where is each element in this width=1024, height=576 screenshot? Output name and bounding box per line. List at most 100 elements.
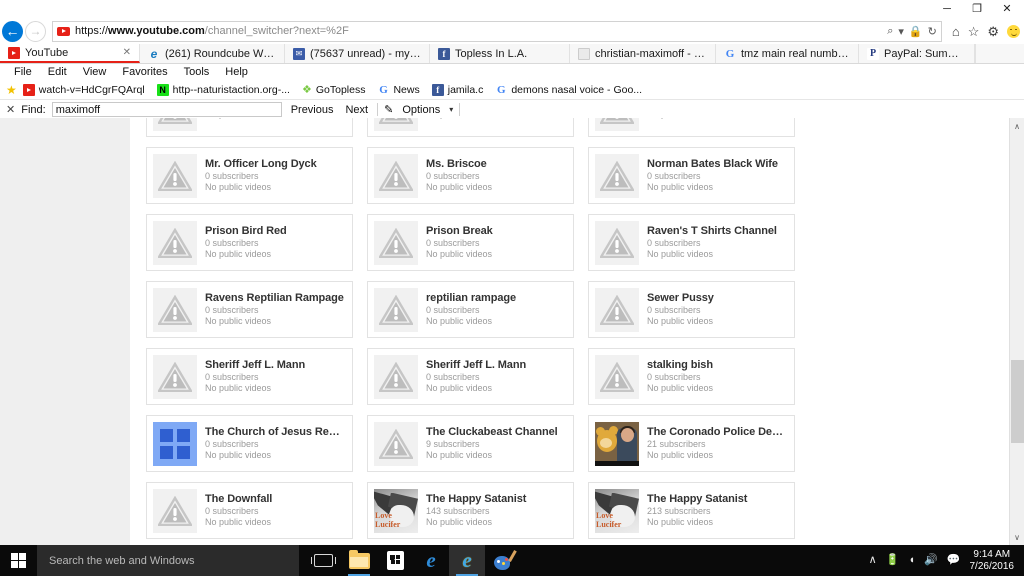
channel-card[interactable]: The Coronado Police Departm...21 subscri…	[588, 415, 795, 472]
chevron-down-icon[interactable]: ▾	[898, 25, 904, 38]
channel-card[interactable]: Love Lucifer The Happy Satanist 213 subscri…	[588, 482, 795, 539]
clock[interactable]: 9:14 AM 7/26/2016	[970, 549, 1019, 573]
channel-card[interactable]: Ravens Reptilian Rampage 0 subscribers No …	[146, 281, 353, 338]
channel-card[interactable]: Sewer Pussy 0 subscribers No public videos	[588, 281, 795, 338]
favorites-bar: ★ watch-v=HdCgrFQArql N http--naturistac…	[0, 80, 1024, 100]
favorites-star-icon[interactable]: ☆	[968, 25, 980, 38]
menu-edit[interactable]: Edit	[40, 66, 75, 78]
favorite-demons-nasal-voice[interactable]: G demons nasal voice - Goo...	[489, 84, 648, 96]
channel-card[interactable]: Sheriff Jeff L. Mann 0 subscribers No publ…	[367, 348, 574, 405]
refresh-icon[interactable]: ↻	[928, 25, 937, 38]
channel-card[interactable]: reptilian rampage 0 subscribers No public …	[367, 281, 574, 338]
favorite-naturistaction[interactable]: N http--naturistaction.org-...	[151, 83, 296, 96]
tab-christian-maximoff[interactable]: christian-maximoff - Wareho...	[570, 44, 716, 63]
channel-card[interactable]: 0 subscribersNo public videos	[146, 118, 353, 137]
channel-card[interactable]: The Downfall 0 subscribers No public video…	[146, 482, 353, 539]
youtube-icon	[8, 46, 20, 59]
favorite-news[interactable]: G News	[371, 84, 425, 96]
channel-card[interactable]: Prison Break 0 subscribers No public video…	[367, 214, 574, 271]
channel-card[interactable]: Ms. Briscoe 0 subscribers No public videos	[367, 147, 574, 204]
menu-favorites[interactable]: Favorites	[114, 66, 175, 78]
paint-icon[interactable]	[485, 545, 521, 576]
channel-subscribers: 0 subscribers	[205, 171, 259, 181]
n-icon: N	[156, 83, 169, 96]
file-explorer-icon[interactable]	[341, 545, 377, 576]
new-tab-area[interactable]	[975, 44, 1024, 63]
channel-card[interactable]: The Church of Jesus Rebukes...0 subscrib…	[146, 415, 353, 472]
menu-help[interactable]: Help	[217, 66, 256, 78]
find-input[interactable]	[51, 102, 282, 117]
edge-icon[interactable]: e	[413, 545, 449, 576]
minimize-button[interactable]: ─	[932, 0, 962, 18]
channel-videos: No public videos	[647, 450, 714, 460]
search-icon[interactable]: ⌕	[887, 25, 893, 38]
tab-youtube[interactable]: YouTube ✕	[0, 44, 140, 63]
channel-videos: No public videos	[647, 118, 788, 120]
menu-view[interactable]: View	[75, 66, 115, 78]
scroll-down-button[interactable]: ∨	[1010, 529, 1024, 545]
volume-icon[interactable]: 🔊	[924, 555, 938, 566]
warning-triangle-icon	[379, 428, 413, 459]
channel-card[interactable]: Prison Bird Red 0 subscribers No public vi…	[146, 214, 353, 271]
close-icon[interactable]: ✕	[6, 103, 15, 116]
channel-card[interactable]: Norman Bates Black Wife 0 subscribers No p…	[588, 147, 795, 204]
page-content: 0 subscribersNo public videos0 subscribe…	[0, 118, 1024, 545]
home-icon[interactable]: ⌂	[952, 25, 960, 38]
tab-paypal-summary[interactable]: P PayPal: Summary	[859, 44, 975, 63]
channel-card[interactable]: Love Lucifer The Happy Satanist 143 subscri…	[367, 482, 574, 539]
tab-mail-unread[interactable]: ✉ (75637 unread) - mykonos67...	[285, 44, 430, 63]
scrollbar-track[interactable]	[1010, 134, 1024, 529]
start-button[interactable]	[0, 545, 37, 576]
find-next-button[interactable]: Next	[342, 104, 371, 116]
favorite-jamila[interactable]: f jamila.c	[426, 83, 490, 96]
warning-triangle-icon	[379, 118, 413, 124]
menu-tools[interactable]: Tools	[176, 66, 218, 78]
pencil-icon[interactable]: ✎	[384, 103, 393, 116]
task-view-icon[interactable]	[305, 545, 341, 576]
maximize-restore-button[interactable]: ❐	[962, 0, 992, 18]
channel-card[interactable]: stalking bish 0 subscribers No public vide…	[588, 348, 795, 405]
find-options-button[interactable]: Options	[399, 104, 443, 116]
channel-name: The Coronado Police Departm...	[647, 426, 788, 438]
tab-topless-in-la[interactable]: f Topless In L.A.	[430, 44, 570, 63]
channel-avatar	[595, 118, 639, 131]
youtube-icon	[22, 83, 35, 96]
warning-triangle-icon	[158, 118, 192, 124]
forward-icon[interactable]: →	[25, 20, 46, 42]
close-icon[interactable]: ✕	[117, 47, 131, 58]
gear-icon[interactable]: ⚙	[987, 25, 999, 38]
find-previous-button[interactable]: Previous	[288, 104, 337, 116]
notifications-icon[interactable]: 💬	[947, 555, 961, 566]
internet-explorer-icon[interactable]: e	[449, 545, 485, 576]
channel-avatar	[374, 354, 418, 399]
scroll-up-button[interactable]: ∧	[1010, 118, 1024, 134]
channel-videos: No public videos	[426, 450, 493, 460]
channel-card[interactable]: Raven's T Shirts Channel 0 subscribers No …	[588, 214, 795, 271]
taskbar-search-box[interactable]: Search the web and Windows	[37, 545, 299, 576]
close-button[interactable]: ✕	[992, 0, 1022, 18]
menu-file[interactable]: File	[6, 66, 40, 78]
channel-card[interactable]: The Cluckabeast Channel 9 subscribers No p…	[367, 415, 574, 472]
channel-card[interactable]: 0 subscribersNo public videos	[367, 118, 574, 137]
vertical-scrollbar[interactable]: ∧ ∨	[1009, 118, 1024, 545]
scrollbar-thumb[interactable]	[1010, 360, 1024, 443]
smiley-icon[interactable]	[1007, 24, 1020, 38]
store-icon[interactable]	[377, 545, 413, 576]
show-hidden-icons-icon[interactable]: ∧	[869, 555, 877, 566]
favorite-watch-link[interactable]: watch-v=HdCgrFQArql	[17, 83, 151, 96]
favorites-star-icon[interactable]: ★	[6, 83, 17, 97]
channel-card[interactable]: 0 subscribersNo public videos	[588, 118, 795, 137]
channel-card[interactable]: Mr. Officer Long Dyck 0 subscribers No pub…	[146, 147, 353, 204]
warning-triangle-icon	[158, 227, 192, 258]
tab-tmz-google-search[interactable]: G tmz main real number - Goo...	[716, 44, 859, 63]
chevron-down-icon[interactable]: ▾	[449, 105, 453, 114]
channel-card[interactable]: Sheriff Jeff L. Mann 0 subscribers No publ…	[146, 348, 353, 405]
channel-subscribers: 0 subscribers	[426, 171, 480, 181]
wifi-icon[interactable]: ◖	[908, 555, 915, 566]
warning-triangle-icon	[158, 160, 192, 191]
tab-roundcube-webmail[interactable]: e (261) Roundcube Webmail :: ...	[140, 44, 285, 63]
back-icon[interactable]: ←	[2, 20, 23, 42]
battery-icon[interactable]: 🔋	[886, 555, 900, 566]
address-bar[interactable]: https://www.youtube.com/channel_switcher…	[52, 20, 942, 42]
favorite-gotopless[interactable]: ❖ GoTopless	[296, 83, 371, 97]
